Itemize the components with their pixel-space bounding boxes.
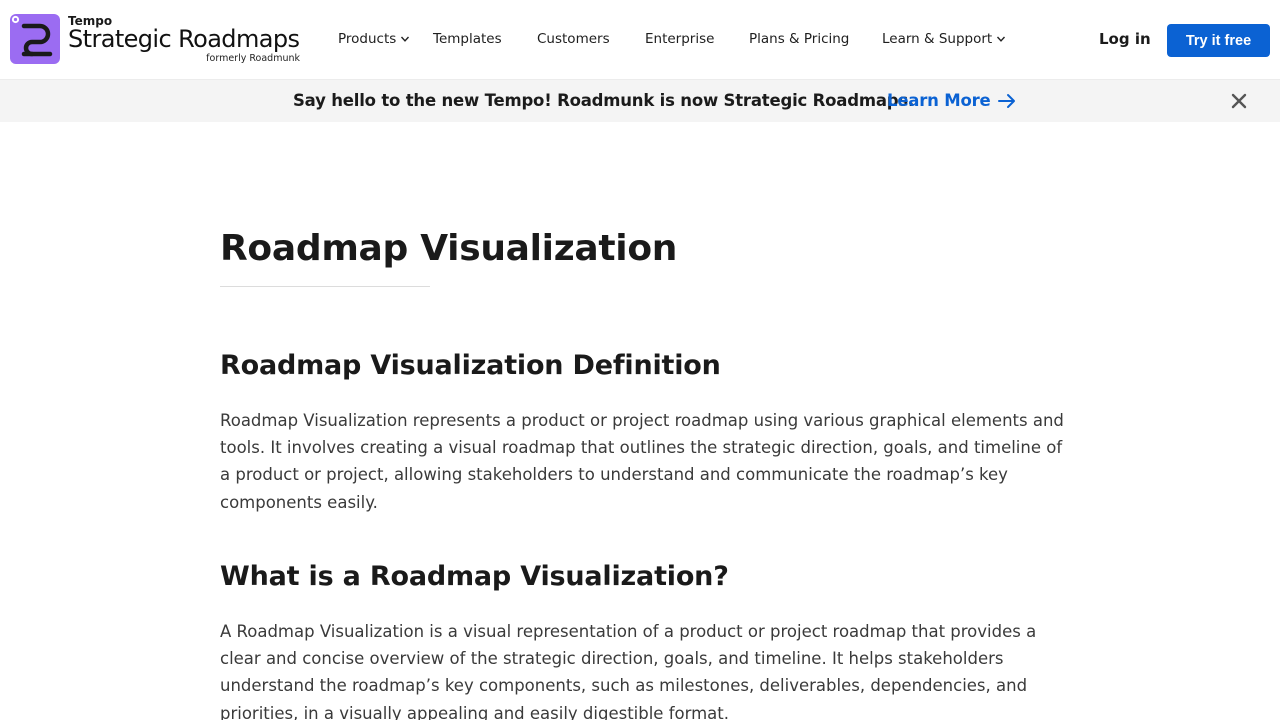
try-it-free-button[interactable]: Try it free (1167, 24, 1270, 57)
chevron-down-icon (997, 36, 1006, 42)
nav-item-label: Plans & Pricing (749, 31, 850, 47)
logo-formerly-text: formerly Roadmunk (206, 53, 300, 64)
chevron-down-icon (401, 36, 410, 42)
arrow-right-icon (997, 93, 1015, 108)
nav-item-templates[interactable]: Templates (433, 31, 502, 47)
learn-more-label: Learn More (887, 91, 991, 110)
strategic-roadmaps-logo-icon (10, 14, 60, 64)
logo[interactable]: Tempo Strategic Roadmaps formerly Roadmu… (10, 14, 302, 66)
banner-message: Say hello to the new Tempo! Roadmunk is … (293, 91, 915, 110)
logo-product-name: Strategic Roadmaps (68, 25, 300, 53)
section-heading-definition: Roadmap Visualization Definition (220, 350, 721, 381)
learn-more-link[interactable]: Learn More (887, 91, 1017, 110)
close-icon[interactable] (1230, 92, 1248, 110)
nav-item-enterprise[interactable]: Enterprise (645, 31, 714, 47)
section-body-what-is: A Roadmap Visualization is a visual repr… (220, 622, 1037, 720)
nav-item-label: Learn & Support (882, 31, 993, 47)
nav-item-label: Enterprise (645, 31, 715, 47)
nav-item-label: Customers (537, 31, 610, 47)
section-body-definition: Roadmap Visualization represents a produ… (220, 411, 1064, 512)
nav-item-plans-pricing[interactable]: Plans & Pricing (749, 31, 849, 47)
section-heading-what-is: What is a Roadmap Visualization? (220, 561, 729, 592)
nav-item-label: Templates (433, 31, 502, 47)
login-link[interactable]: Log in (1099, 30, 1151, 48)
announcement-banner: Say hello to the new Tempo! Roadmunk is … (0, 80, 1280, 122)
nav-item-products[interactable]: Products (338, 31, 410, 47)
page-title: Roadmap Visualization (220, 228, 678, 269)
title-divider (220, 286, 430, 287)
nav-item-label: Products (338, 31, 397, 47)
nav-item-learn-support[interactable]: Learn & Support (882, 31, 1006, 47)
nav-item-customers[interactable]: Customers (537, 31, 610, 47)
site-header: Tempo Strategic Roadmaps formerly Roadmu… (0, 0, 1280, 80)
